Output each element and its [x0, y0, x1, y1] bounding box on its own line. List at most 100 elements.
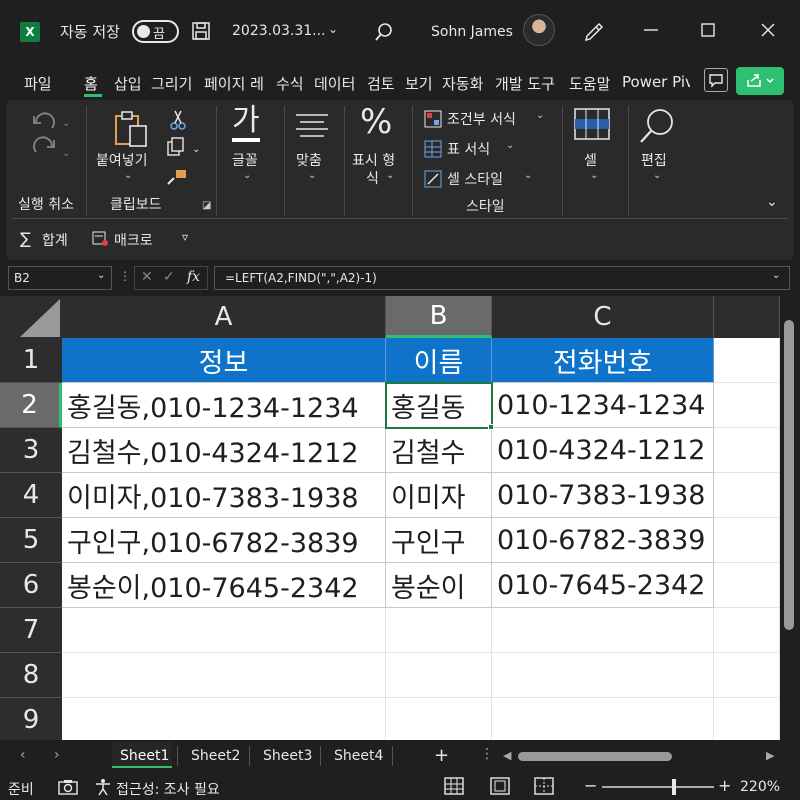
cell-phone[interactable]: 010-6782-3839 [492, 518, 714, 563]
tab-page-layout[interactable]: 페이지 레 [204, 73, 264, 94]
chevron-down-icon[interactable]: ⌄ [506, 140, 514, 151]
save-icon[interactable] [191, 21, 211, 41]
row-header-9[interactable]: 9 [0, 698, 62, 740]
add-sheet-button[interactable]: + [434, 745, 449, 766]
row-header-4[interactable]: 4 [0, 473, 62, 518]
number-format-label-2[interactable]: 식 [366, 168, 379, 188]
sheet-tab-3[interactable]: Sheet3 [263, 748, 312, 764]
percent-icon[interactable]: % [360, 102, 392, 142]
zoom-out-icon[interactable]: − [584, 776, 597, 795]
prev-sheet-icon[interactable]: ‹ [20, 747, 26, 763]
zoom-slider-thumb[interactable] [672, 779, 676, 795]
cell-name[interactable]: 이미자 [386, 473, 492, 518]
row-header-3[interactable]: 3 [0, 428, 62, 473]
avatar[interactable] [523, 14, 555, 46]
autosave-toggle[interactable]: 끔 [132, 20, 179, 43]
tab-file[interactable]: 파일 [24, 73, 52, 94]
scroll-right-icon[interactable]: ▶ [766, 749, 774, 762]
table-format-button[interactable]: 표 서식 [447, 139, 490, 159]
cell-empty[interactable] [714, 518, 780, 563]
cell-phone[interactable]: 010-7645-2342 [492, 563, 714, 608]
accessibility-icon[interactable] [94, 778, 112, 796]
font-group-label[interactable]: 글꼴 [232, 150, 258, 170]
more-icon[interactable]: ⋮ [480, 746, 494, 762]
table-header-info[interactable]: 정보 [62, 338, 386, 383]
table-header-phone[interactable]: 전화번호 [492, 338, 714, 383]
camera-icon[interactable] [58, 779, 78, 795]
cell-info[interactable]: 봉순이,010-7645-2342 [62, 563, 386, 608]
cell-empty[interactable] [62, 653, 386, 698]
cells-group-label[interactable]: 셀 [584, 150, 597, 170]
row-header-2[interactable]: 2 [0, 383, 62, 428]
chevron-down-icon[interactable]: ⌄ [124, 170, 132, 181]
row-header-5[interactable]: 5 [0, 518, 62, 563]
insert-function-button[interactable]: fx [187, 269, 200, 285]
tab-data[interactable]: 데이터 [314, 73, 355, 94]
close-icon[interactable] [758, 20, 778, 40]
cell-empty[interactable] [62, 698, 386, 740]
user-name[interactable]: Sohn James [431, 24, 513, 40]
fill-handle[interactable] [488, 424, 494, 430]
macro-button[interactable]: 매크로 [114, 230, 153, 250]
share-button[interactable] [736, 67, 784, 95]
zoom-level[interactable]: 220% [740, 779, 780, 795]
tab-developer[interactable]: 개발 도구 [495, 73, 567, 94]
editing-group-label[interactable]: 편집 [641, 150, 667, 170]
cell-phone[interactable]: 010-1234-1234 [492, 383, 714, 428]
cell-empty[interactable] [386, 608, 492, 653]
scroll-left-icon[interactable]: ◀ [503, 749, 511, 762]
customize-quick-access-icon[interactable]: ▿ [182, 230, 188, 244]
row-header-7[interactable]: 7 [0, 608, 62, 653]
sheet-tab-4[interactable]: Sheet4 [334, 748, 383, 764]
autosum-button[interactable]: 합계 [42, 230, 68, 250]
row-header-8[interactable]: 8 [0, 653, 62, 698]
cell-info[interactable]: 홍길동,010-1234-1234 [62, 383, 386, 428]
comments-button[interactable] [704, 68, 728, 92]
cell-d1[interactable] [714, 338, 780, 383]
chevron-down-icon[interactable]: ⌄ [536, 110, 544, 121]
cell-info[interactable]: 이미자,010-7383-1938 [62, 473, 386, 518]
font-icon[interactable]: 가 [232, 104, 260, 142]
sheet-tab-2[interactable]: Sheet2 [191, 748, 240, 764]
cell-info[interactable]: 구인구,010-6782-3839 [62, 518, 386, 563]
cancel-icon[interactable]: ✕ [141, 269, 153, 285]
cell-empty[interactable] [714, 653, 780, 698]
conditional-format-button[interactable]: 조건부 서식 [447, 109, 516, 129]
tab-review[interactable]: 검토 [367, 73, 395, 94]
expand-formula-icon[interactable]: ⌄ [772, 270, 780, 281]
cell-empty[interactable] [714, 383, 780, 428]
paste-label[interactable]: 붙여넣기 [96, 150, 148, 170]
row-header-6[interactable]: 6 [0, 563, 62, 608]
chevron-down-icon[interactable]: ⌄ [97, 270, 105, 281]
page-layout-icon[interactable] [490, 777, 510, 795]
chevron-down-icon[interactable]: ⌄ [590, 170, 598, 181]
tab-draw[interactable]: 그리기 [151, 73, 192, 94]
row-header-1[interactable]: 1 [0, 338, 62, 383]
dialog-launcher-icon[interactable]: ◪ [202, 200, 211, 211]
cell-phone[interactable]: 010-4324-1212 [492, 428, 714, 473]
cell-empty[interactable] [714, 698, 780, 740]
next-sheet-icon[interactable]: › [54, 747, 60, 763]
cell-info[interactable]: 김철수,010-4324-1212 [62, 428, 386, 473]
confirm-icon[interactable]: ✓ [163, 269, 175, 285]
minimize-icon[interactable] [641, 20, 661, 40]
tab-home[interactable]: 홈 [84, 73, 98, 94]
horizontal-scroll-thumb[interactable] [518, 752, 672, 761]
cell-style-button[interactable]: 셀 스타일 [447, 169, 503, 189]
cell-empty[interactable] [386, 698, 492, 740]
cell-empty[interactable] [714, 473, 780, 518]
page-break-icon[interactable] [534, 777, 554, 795]
tab-insert[interactable]: 삽입 [114, 73, 142, 94]
number-format-label-1[interactable]: 표시 형 [352, 150, 395, 170]
ribbon-collapse-icon[interactable]: ⌄ [766, 194, 778, 210]
cell-name[interactable]: 구인구 [386, 518, 492, 563]
accessibility-status[interactable]: 접근성: 조사 필요 [116, 779, 220, 799]
tab-power-pivot[interactable]: Power Piv [622, 73, 690, 91]
undo-icon[interactable]: ⌄⌄ [28, 108, 78, 166]
tab-formulas[interactable]: 수식 [276, 73, 304, 94]
cell-name[interactable]: 홍길동 [386, 383, 492, 428]
cell-empty[interactable] [386, 653, 492, 698]
formula-input[interactable]: =LEFT(A2,FIND(",",A2)-1) [214, 266, 790, 290]
pen-icon[interactable] [582, 20, 606, 44]
alignment-group-label[interactable]: 맞춤 [296, 150, 322, 170]
